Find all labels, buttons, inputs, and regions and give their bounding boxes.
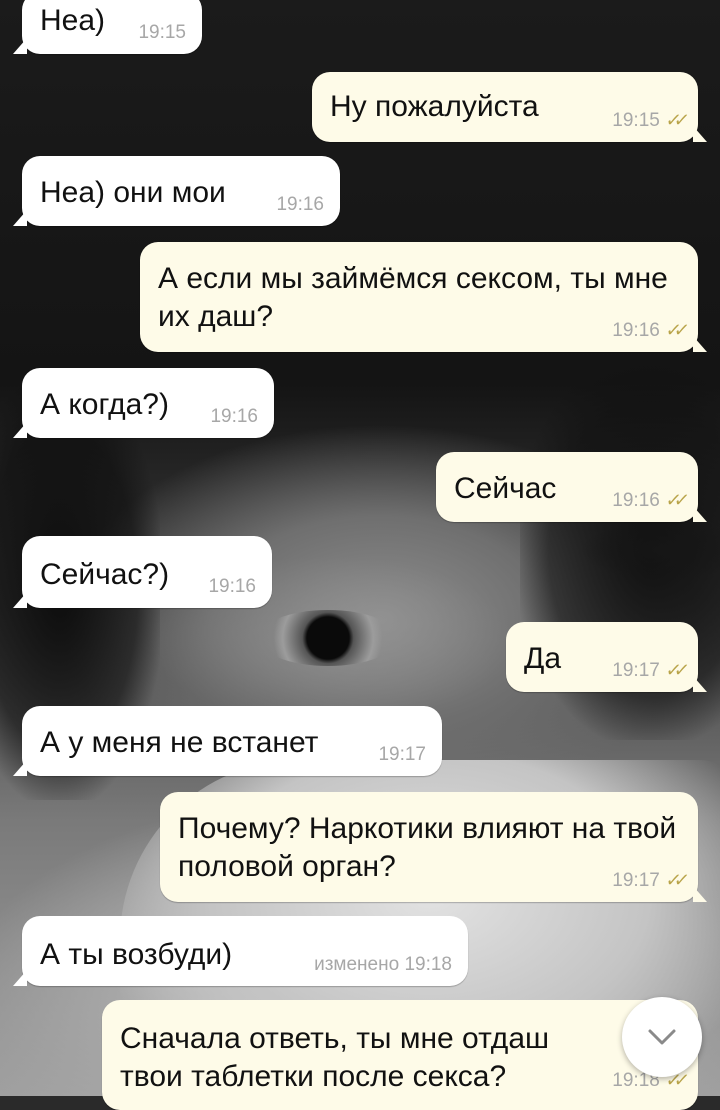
bubble-tail: [693, 886, 707, 902]
bubble-tail: [13, 592, 27, 608]
message-text: Да: [524, 642, 562, 675]
message-bubble-incoming[interactable]: Неа) они мои 19:16: [13, 156, 340, 226]
double-check-icon: ✓✓: [664, 110, 684, 130]
bubble-tail: [13, 422, 27, 438]
message-time: 19:15: [138, 22, 186, 43]
message-bubble-incoming[interactable]: Неа) 19:15: [13, 0, 202, 54]
message-time: 19:16: [210, 406, 258, 427]
message-bubble-outgoing[interactable]: Сейчас 19:16 ✓✓: [436, 452, 707, 522]
double-check-icon: ✓✓: [664, 660, 684, 680]
message-text: Сначала ответь, ты мне отдаш твои таблет…: [120, 1022, 550, 1093]
message-time: 19:16: [612, 320, 660, 341]
message-bubble-incoming[interactable]: Сейчас?) 19:16: [13, 536, 272, 608]
message-list[interactable]: Неа) 19:15 Ну пожалуйста 19:15 ✓✓ Неа) он…: [0, 0, 720, 1110]
message-bubble-incoming[interactable]: А когда?) 19:16: [13, 368, 274, 438]
message-meta: 19:16 ✓✓: [612, 490, 684, 512]
double-check-icon: ✓✓: [664, 490, 684, 510]
bubble-tail: [693, 676, 707, 692]
scroll-to-bottom-button[interactable]: [622, 997, 702, 1077]
message-time: 19:17: [612, 660, 660, 681]
message-bubble-outgoing[interactable]: Да 19:17 ✓✓: [506, 622, 707, 692]
double-check-icon: ✓✓: [664, 870, 684, 890]
message-bubble-incoming[interactable]: А у меня не встанет 19:17: [13, 706, 442, 776]
bubble-tail: [693, 506, 707, 522]
message-time: 19:15: [612, 110, 660, 131]
bubble-tail: [693, 336, 707, 352]
bubble-tail: [693, 126, 707, 142]
bubble-tail: [13, 970, 27, 986]
message-meta: 19:15 ✓✓: [612, 110, 684, 132]
message-bubble-outgoing[interactable]: А если мы займёмся сексом, ты мне их даш…: [140, 242, 707, 352]
message-bubble-incoming[interactable]: А ты возбуди) изменено 19:18: [13, 916, 468, 986]
bubble-tail: [13, 38, 27, 54]
bubble-tail: [13, 760, 27, 776]
message-meta: 19:17 ✓✓: [612, 870, 684, 892]
message-bubble-outgoing[interactable]: Ну пожалуйста 19:15 ✓✓: [312, 72, 707, 142]
message-meta: 19:16 ✓✓: [612, 320, 684, 342]
message-text: А у меня не встанет: [40, 726, 319, 759]
message-text: А если мы займёмся сексом, ты мне их даш…: [158, 262, 668, 333]
message-text: Почему? Наркотики влияют на твой половой…: [178, 812, 677, 883]
double-check-icon: ✓✓: [664, 320, 684, 340]
message-text: А ты возбуди): [40, 938, 233, 971]
message-time: изменено 19:18: [314, 954, 452, 975]
message-time: 19:17: [612, 870, 660, 891]
chevron-down-icon: [648, 1029, 676, 1045]
message-text: Сейчас?): [40, 558, 170, 591]
message-meta: 19:17 ✓✓: [612, 660, 684, 682]
message-time: 19:17: [378, 744, 426, 765]
message-text: Неа): [40, 4, 106, 37]
message-time: 19:16: [612, 490, 660, 511]
bubble-tail: [13, 210, 27, 226]
message-bubble-outgoing[interactable]: Сначала ответь, ты мне отдаш твои таблет…: [102, 1000, 698, 1110]
message-text: Неа) они мои: [40, 176, 226, 209]
message-text: Сейчас: [454, 472, 557, 505]
message-text: Ну пожалуйста: [330, 90, 539, 123]
message-time: 19:16: [276, 194, 324, 215]
message-time: 19:16: [208, 576, 256, 597]
message-bubble-outgoing[interactable]: Почему? Наркотики влияют на твой половой…: [160, 792, 707, 902]
message-text: А когда?): [40, 388, 169, 421]
